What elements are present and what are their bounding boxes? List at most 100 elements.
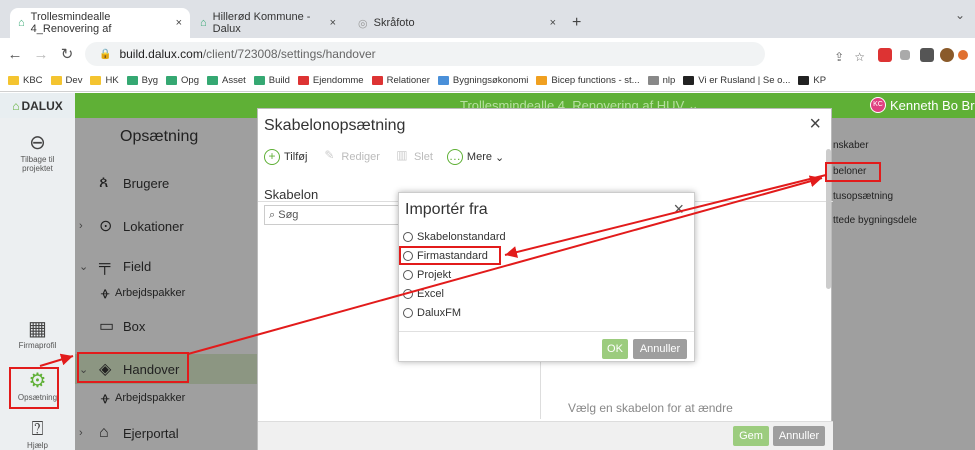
- modal-toolbar: + Tilføj ✎ Rediger ▥ Slet … Mere ⌄: [264, 149, 518, 165]
- close-icon[interactable]: ×: [809, 113, 821, 136]
- bookmark-item[interactable]: HK: [90, 75, 119, 86]
- share-star-icons[interactable]: ⇪ ☆: [834, 50, 865, 64]
- url-field[interactable]: 🔒 build.dalux.com/client/723008/settings…: [85, 42, 765, 66]
- company-profile-label: Firmaprofil: [18, 341, 57, 350]
- highlight-box-skabeloner: [825, 162, 881, 182]
- edit-button[interactable]: ✎ Rediger: [321, 149, 380, 165]
- close-tab-icon[interactable]: ×: [330, 17, 336, 29]
- question-icon: ⍰: [31, 418, 44, 440]
- bookmark-icon: [437, 76, 449, 85]
- plus-icon: +: [264, 149, 280, 165]
- url-path: /client/723008/settings/handover: [202, 47, 376, 61]
- lock-icon: 🔒: [99, 48, 112, 60]
- bookmark-label: Byg: [141, 75, 159, 86]
- pencil-icon: ✎: [324, 148, 335, 162]
- bookmark-item[interactable]: Bygningsøkonomi: [437, 75, 529, 86]
- back-to-project-button[interactable]: ⊖ Tilbage til projektet: [0, 130, 75, 173]
- add-label: Tilføj: [284, 151, 308, 163]
- logo-text: DALUX: [21, 98, 63, 113]
- delete-button[interactable]: ▥ Slet: [394, 149, 433, 165]
- bookmark-item[interactable]: Relationer: [371, 75, 430, 86]
- bookmark-label: nlp: [662, 75, 676, 86]
- tab-label: Hillerød Kommune - Dalux: [212, 11, 311, 35]
- close-tab-icon[interactable]: ×: [550, 17, 556, 29]
- bookmark-item[interactable]: Dev: [50, 75, 83, 86]
- forward-arrow-icon[interactable]: →: [30, 46, 52, 63]
- reload-icon[interactable]: ↻: [56, 45, 78, 63]
- address-bar-row: ← → ↻ 🔒 build.dalux.com/client/723008/se…: [0, 38, 975, 70]
- bookmark-item[interactable]: Byg: [126, 75, 159, 86]
- search-icon: ⌕: [269, 209, 276, 221]
- user-menu[interactable]: KC Kenneth Bo Br: [870, 97, 975, 113]
- company-profile-button[interactable]: ▦ Firmaprofil: [0, 316, 75, 350]
- cancel-button[interactable]: Annuller: [633, 339, 687, 359]
- back-arrow-icon[interactable]: ←: [4, 46, 26, 63]
- cookie-extension-icon[interactable]: [940, 48, 954, 62]
- tab-trollesmindealle[interactable]: ⌂ Trollesmindealle 4_Renovering af ×: [10, 8, 190, 38]
- close-tab-icon[interactable]: ×: [176, 17, 182, 29]
- save-button[interactable]: Gem: [733, 426, 769, 446]
- bookmarks-bar: KBC Dev HK Byg Opg Asset Build Ejendomme Relatio…: [0, 70, 975, 92]
- option-projekt[interactable]: Projekt: [403, 269, 451, 281]
- bookmark-item[interactable]: Opg: [166, 75, 199, 86]
- option-label: DaluxFM: [417, 307, 462, 319]
- avatar: KC: [870, 97, 886, 113]
- bookmark-label: Dev: [65, 75, 83, 86]
- bookmark-icon: [683, 76, 695, 85]
- dialog-divider: [399, 331, 694, 332]
- bookmark-icon: [798, 76, 810, 85]
- radio-button[interactable]: [403, 308, 413, 318]
- bookmark-item[interactable]: Ejendomme: [297, 75, 364, 86]
- tab-skraafoto[interactable]: ◎ Skråfoto ×: [350, 8, 564, 38]
- calendar-extension-icon[interactable]: [920, 48, 934, 62]
- radio-button[interactable]: [403, 270, 413, 280]
- delete-label: Slet: [413, 151, 433, 163]
- bookmark-item[interactable]: nlp: [647, 75, 676, 86]
- bookmark-item[interactable]: Bicep functions - st...: [536, 75, 640, 86]
- bookmark-item[interactable]: KP: [798, 75, 826, 86]
- bookmark-label: Bicep functions - st...: [551, 75, 640, 86]
- more-dots-icon: …: [446, 149, 463, 165]
- dalux-favicon-icon: ⌂: [18, 17, 25, 29]
- extension-icon[interactable]: [878, 48, 892, 62]
- tab-search-chevron-icon[interactable]: ⌄: [955, 8, 965, 22]
- bookmark-label: Ejendomme: [312, 75, 364, 86]
- option-excel[interactable]: Excel: [403, 288, 444, 300]
- close-icon[interactable]: ×: [673, 199, 684, 220]
- bookmark-icon: [50, 76, 62, 85]
- dalux-logo[interactable]: ⌂ DALUX: [0, 93, 75, 118]
- search-input[interactable]: ⌕ Søg: [264, 205, 409, 225]
- bookmark-icon: [207, 76, 218, 85]
- bookmark-label: Asset: [222, 75, 246, 86]
- radio-button[interactable]: [403, 232, 413, 242]
- circle-back-arrow-icon: ⊖: [29, 132, 46, 154]
- bookmark-item[interactable]: Vi er Rusland | Se o...: [683, 75, 790, 86]
- modal-footer: Gem Annuller: [258, 421, 833, 450]
- tab-label: Skråfoto: [373, 17, 415, 29]
- option-label: Skabelonstandard: [417, 231, 506, 243]
- bookmark-label: Relationer: [386, 75, 430, 86]
- bookmark-label: Opg: [181, 75, 199, 86]
- radio-button[interactable]: [403, 289, 413, 299]
- bookmark-icon: [8, 76, 19, 85]
- bookmark-label: Bygningsøkonomi: [452, 75, 529, 86]
- bookmark-item[interactable]: Asset: [207, 75, 246, 86]
- option-daluxfm[interactable]: DaluxFM: [403, 307, 461, 319]
- option-label: Projekt: [417, 269, 452, 281]
- camera-extension-icon[interactable]: [900, 50, 910, 60]
- cancel-button[interactable]: Annuller: [773, 426, 825, 446]
- template-column-header: Skabelon: [264, 187, 319, 202]
- extension-icon[interactable]: [958, 50, 968, 60]
- bookmark-item[interactable]: Build: [253, 75, 290, 86]
- tab-hillerod[interactable]: ⌂ Hillerød Kommune - Dalux ×: [192, 8, 344, 38]
- help-label: Hjælp: [27, 441, 48, 450]
- new-tab-button[interactable]: +: [572, 14, 581, 32]
- add-button[interactable]: + Tilføj: [264, 149, 307, 165]
- more-button[interactable]: … Mere ⌄: [446, 149, 504, 165]
- bookmark-item[interactable]: KBC: [8, 75, 43, 86]
- ok-button[interactable]: OK: [602, 339, 628, 359]
- modal-title: Skabelonopsætning: [264, 117, 406, 134]
- option-skabelonstandard[interactable]: Skabelonstandard: [403, 231, 506, 243]
- help-button[interactable]: ⍰ Hjælp: [0, 418, 75, 450]
- user-name: Kenneth Bo Br: [890, 97, 975, 113]
